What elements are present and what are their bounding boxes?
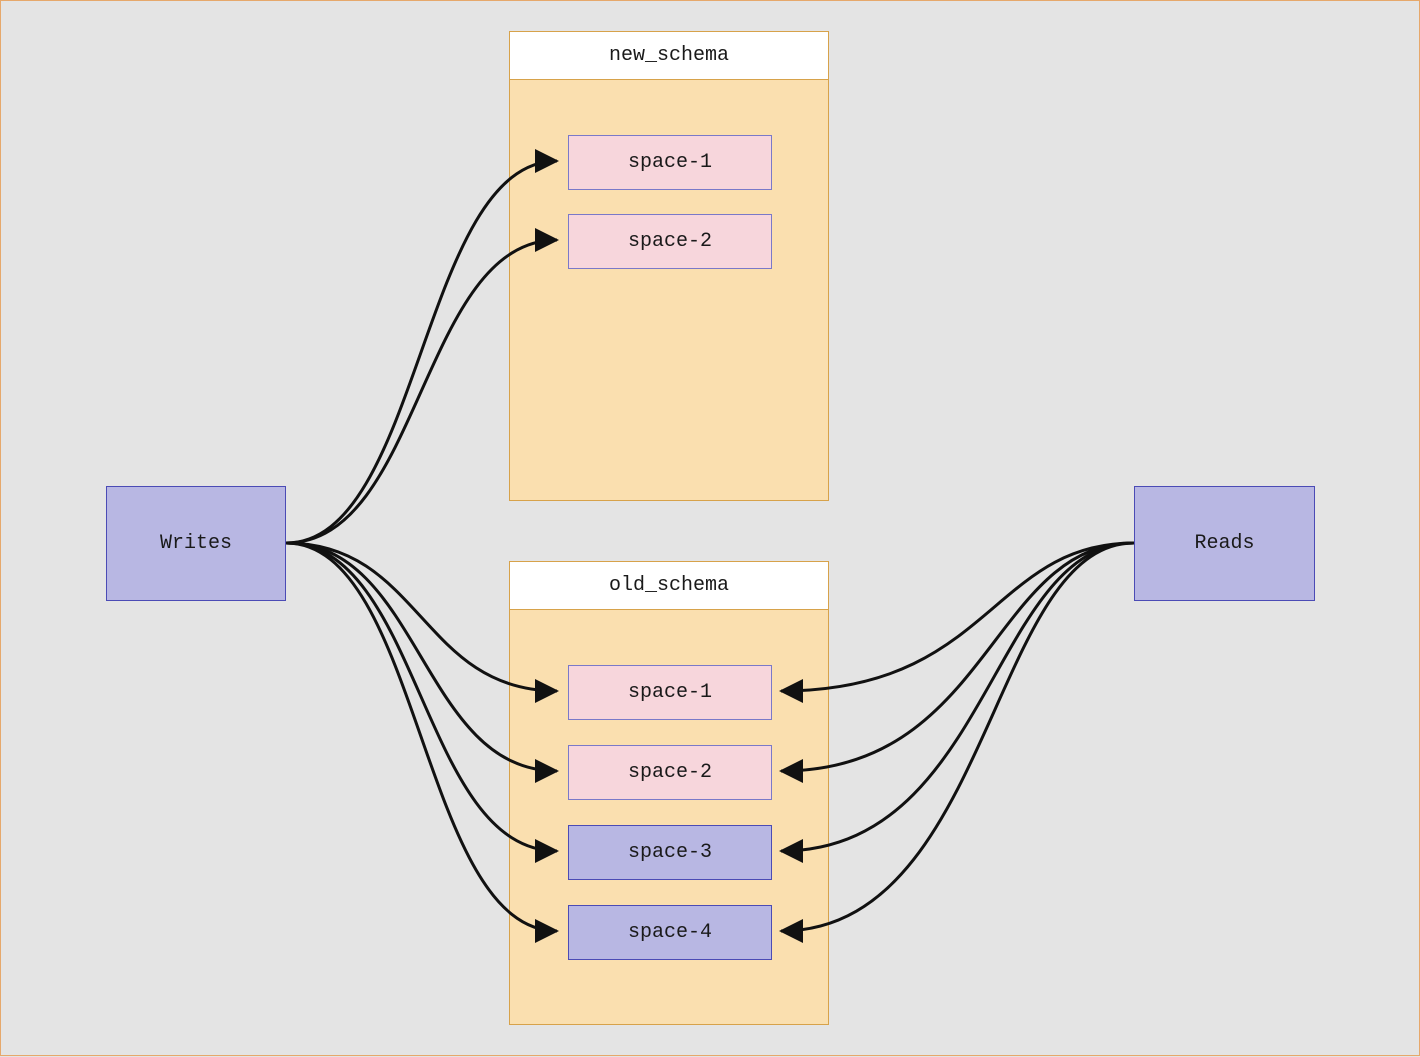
- old-space-3-label: space-3: [628, 841, 712, 864]
- old-schema-title: old_schema: [509, 561, 829, 609]
- edge-reads-old-space-4: [781, 543, 1134, 931]
- edge-reads-old-space-2: [781, 543, 1134, 771]
- reads-label: Reads: [1194, 532, 1254, 555]
- reads-node: Reads: [1134, 486, 1315, 601]
- old-space-4: space-4: [568, 905, 772, 960]
- writes-node: Writes: [106, 486, 286, 601]
- edge-reads-old-space-3: [781, 543, 1134, 851]
- old-schema-container: space-1 space-2 space-3 space-4: [509, 609, 829, 1025]
- writes-label: Writes: [160, 532, 232, 555]
- old-space-3: space-3: [568, 825, 772, 880]
- old-space-2-label: space-2: [628, 761, 712, 784]
- new-space-2: space-2: [568, 214, 772, 269]
- new-space-2-label: space-2: [628, 230, 712, 253]
- new-schema-title-text: new_schema: [609, 44, 729, 67]
- old-space-4-label: space-4: [628, 921, 712, 944]
- old-space-1: space-1: [568, 665, 772, 720]
- old-schema-title-text: old_schema: [609, 574, 729, 597]
- new-space-1-label: space-1: [628, 151, 712, 174]
- edge-reads-old-space-1: [781, 543, 1134, 691]
- new-schema-container: space-1 space-2: [509, 79, 829, 501]
- new-space-1: space-1: [568, 135, 772, 190]
- old-space-2: space-2: [568, 745, 772, 800]
- old-space-1-label: space-1: [628, 681, 712, 704]
- new-schema-title: new_schema: [509, 31, 829, 79]
- diagram-frame: Writes Reads new_schema space-1 space-2 …: [0, 0, 1420, 1056]
